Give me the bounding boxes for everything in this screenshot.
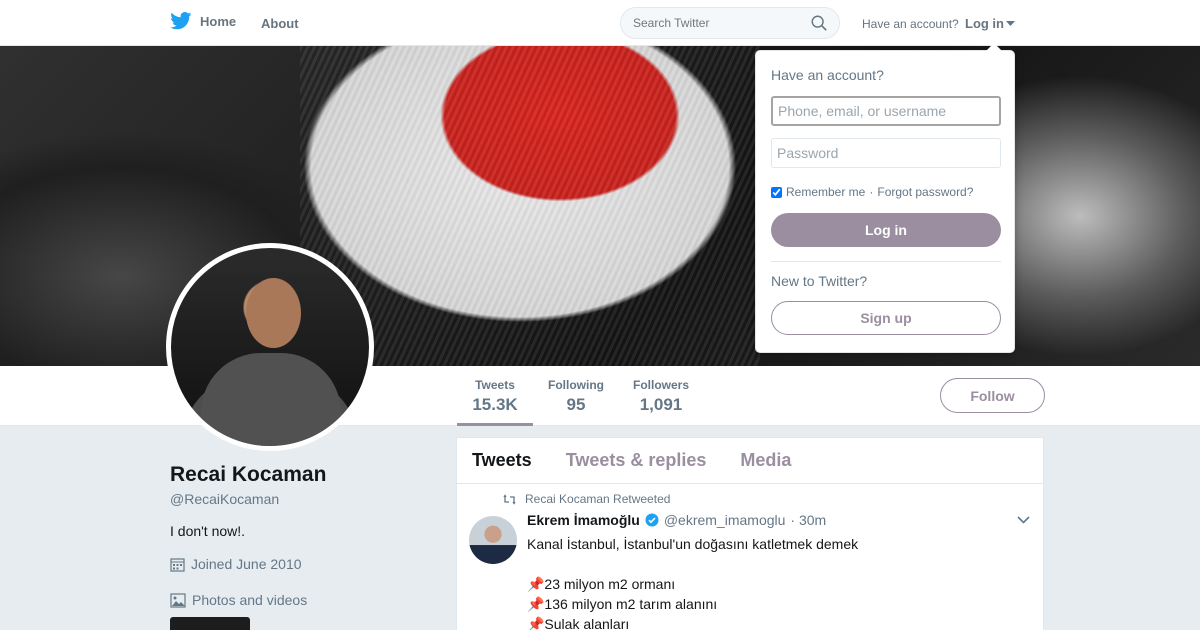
twitter-bird-icon <box>170 12 192 30</box>
stat-followers-value: 1,091 <box>639 395 683 414</box>
stat-following-value: 95 <box>566 395 586 414</box>
dropdown-divider <box>771 261 1001 262</box>
profile-handle[interactable]: @RecaiKocaman <box>170 491 279 507</box>
avatar-head-shape <box>246 278 301 348</box>
signup-button[interactable]: Sign up <box>771 301 1001 335</box>
tweet-item[interactable]: Recai Kocaman Retweeted Ekrem İmamoğlu @… <box>457 484 1043 630</box>
profile-name[interactable]: Recai Kocaman <box>170 463 326 487</box>
image-icon <box>170 592 186 608</box>
photos-videos-link[interactable]: Photos and videos <box>170 592 307 608</box>
nav-home-label: Home <box>200 13 237 29</box>
have-account-text: Have an account? <box>862 17 959 31</box>
stat-followers[interactable]: Followers 1,091 <box>631 378 691 415</box>
tweet-author-handle[interactable]: @ekrem_imamoglu <box>664 512 786 528</box>
caret-down-icon <box>1006 20 1015 26</box>
stat-tweets[interactable]: Tweets 15.3K <box>457 378 533 426</box>
tweet-author-avatar[interactable] <box>469 516 517 564</box>
joined-date: Joined June 2010 <box>170 556 302 572</box>
timeline-tabs: Tweets Tweets & replies Media <box>457 438 1043 484</box>
stat-following[interactable]: Following 95 <box>546 378 606 415</box>
profile-bio: I don't now!. <box>170 523 246 539</box>
stat-followers-label: Followers <box>632 378 689 392</box>
avatar-body-shape <box>201 353 341 446</box>
photos-videos-label: Photos and videos <box>192 592 308 608</box>
dot-separator: · <box>869 185 874 199</box>
tweet-text: Kanal İstanbul, İstanbul'un doğasını kat… <box>527 536 859 630</box>
remember-me-checkbox[interactable] <box>771 186 782 198</box>
login-label: Log in <box>965 16 1004 31</box>
stat-following-label: Following <box>548 378 604 392</box>
username-field[interactable] <box>771 96 1001 126</box>
retweet-icon <box>503 493 516 505</box>
follow-button[interactable]: Follow <box>940 378 1045 413</box>
verified-badge-icon <box>645 513 659 527</box>
dropdown-title: Have an account? <box>771 67 884 83</box>
tab-media[interactable]: Media <box>740 450 791 471</box>
stat-tweets-label: Tweets <box>475 378 515 392</box>
login-button[interactable]: Log in <box>771 213 1001 247</box>
timeline: Tweets Tweets & replies Media Recai Koca… <box>456 437 1044 630</box>
forgot-password-link[interactable]: Forgot password? <box>877 185 973 199</box>
tab-tweets-replies[interactable]: Tweets & replies <box>566 450 707 471</box>
remember-me-label[interactable]: Remember me <box>786 185 865 199</box>
password-field[interactable] <box>771 138 1001 168</box>
login-menu-button[interactable]: Log in <box>965 16 1015 31</box>
profile-avatar[interactable] <box>166 243 374 451</box>
tab-tweets[interactable]: Tweets <box>472 450 532 471</box>
tweet-header: Ekrem İmamoğlu @ekrem_imamoglu · 30m <box>527 512 826 528</box>
search-input[interactable] <box>620 7 840 39</box>
nav-about-link[interactable]: About <box>261 16 299 31</box>
search-icon[interactable] <box>810 14 828 32</box>
tweet-timestamp[interactable]: · 30m <box>790 512 826 528</box>
media-thumbnail[interactable] <box>170 617 250 630</box>
retweet-context: Recai Kocaman Retweeted <box>502 492 670 506</box>
chevron-down-icon[interactable] <box>1017 516 1030 524</box>
retweeted-by-label[interactable]: Recai Kocaman Retweeted <box>525 492 670 506</box>
joined-date-label: Joined June 2010 <box>191 556 302 572</box>
calendar-icon <box>170 557 185 572</box>
tweet-author-name[interactable]: Ekrem İmamoğlu <box>527 512 640 528</box>
new-to-twitter-text: New to Twitter? <box>771 273 868 289</box>
top-nav: Home About Have an account? Log in <box>0 0 1200 46</box>
nav-home-link[interactable]: Home <box>170 12 236 30</box>
remember-me-row: Remember me · Forgot password? <box>771 185 973 199</box>
stat-tweets-value: 15.3K <box>472 395 518 414</box>
login-dropdown: Have an account? Remember me · Forgot pa… <box>755 43 1015 353</box>
